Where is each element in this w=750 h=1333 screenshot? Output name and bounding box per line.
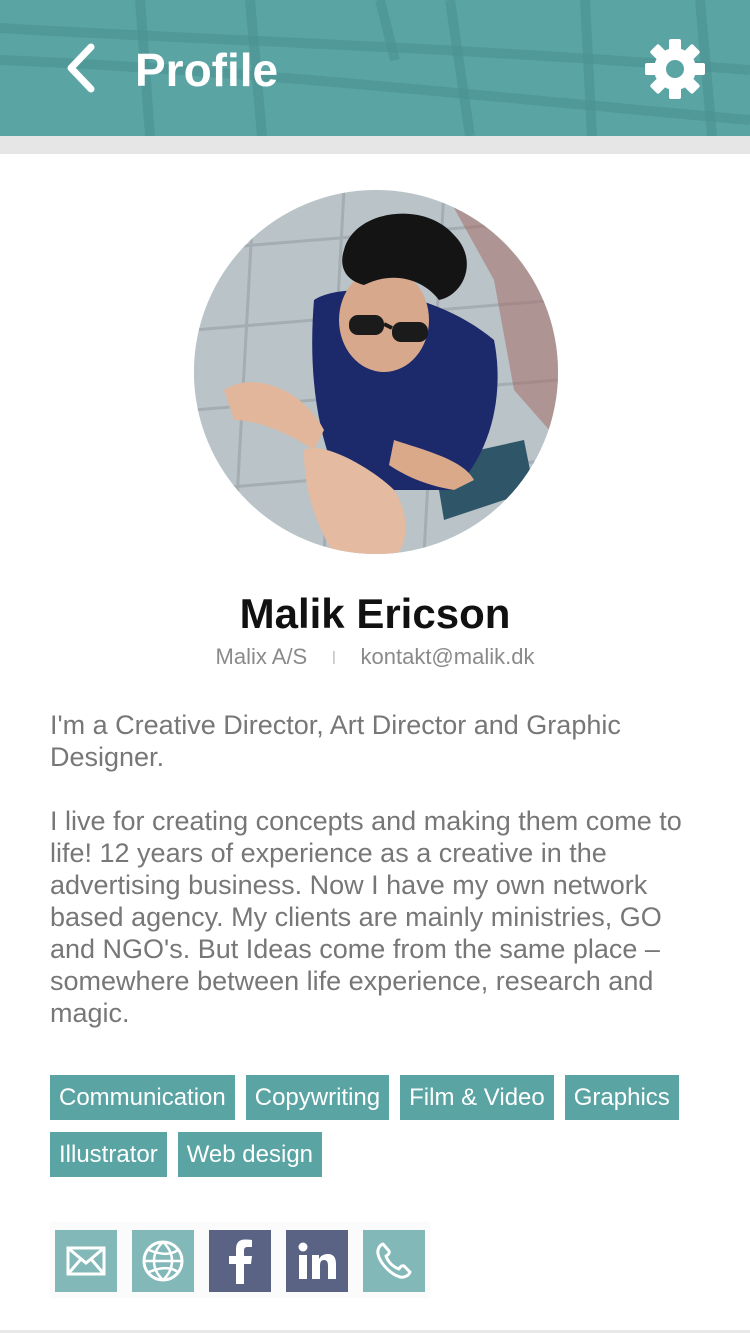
gear-icon [645,39,705,99]
company-name: Malix A/S [215,644,308,669]
phone-button[interactable] [363,1230,425,1292]
meta-separator: I [331,648,337,668]
social-links [50,1222,430,1298]
chevron-left-icon [67,43,95,93]
profile-meta: Malix A/S I kontakt@malik.dk [0,642,750,673]
settings-button[interactable] [640,34,710,104]
map-background [0,0,750,136]
tag-communication[interactable]: Communication [50,1075,235,1120]
globe-icon [142,1240,184,1282]
tag-film-video[interactable]: Film & Video [400,1075,554,1120]
tag-web-design[interactable]: Web design [177,1132,323,1177]
skill-tags: Communication Copywriting Film & Video G… [50,1075,710,1177]
page-title: Profile [135,44,279,96]
linkedin-button[interactable] [286,1230,348,1292]
email-button[interactable] [55,1230,117,1292]
app-header: Profile [0,0,750,136]
bio-paragraph: I live for creating concepts and making … [50,806,682,1028]
tag-graphics[interactable]: Graphics [564,1075,679,1120]
tag-copywriting[interactable]: Copywriting [245,1075,390,1120]
email-icon [66,1246,106,1276]
facebook-icon [229,1239,252,1284]
tag-illustrator[interactable]: Illustrator [50,1132,167,1177]
avatar[interactable] [194,190,558,554]
back-button[interactable] [52,38,108,98]
phone-icon [376,1242,412,1279]
email-link[interactable]: kontakt@malik.dk [361,644,535,669]
bio-paragraph: I'm a Creative Director, Art Director an… [50,710,621,772]
profile-name: Malik Ericson [239,590,511,637]
facebook-button[interactable] [209,1230,271,1292]
bio: I'm a Creative Director, Art Director an… [50,709,710,1029]
website-button[interactable] [132,1230,194,1292]
profile-photo [194,190,558,554]
header-divider [0,136,750,154]
linkedin-icon [298,1242,336,1279]
